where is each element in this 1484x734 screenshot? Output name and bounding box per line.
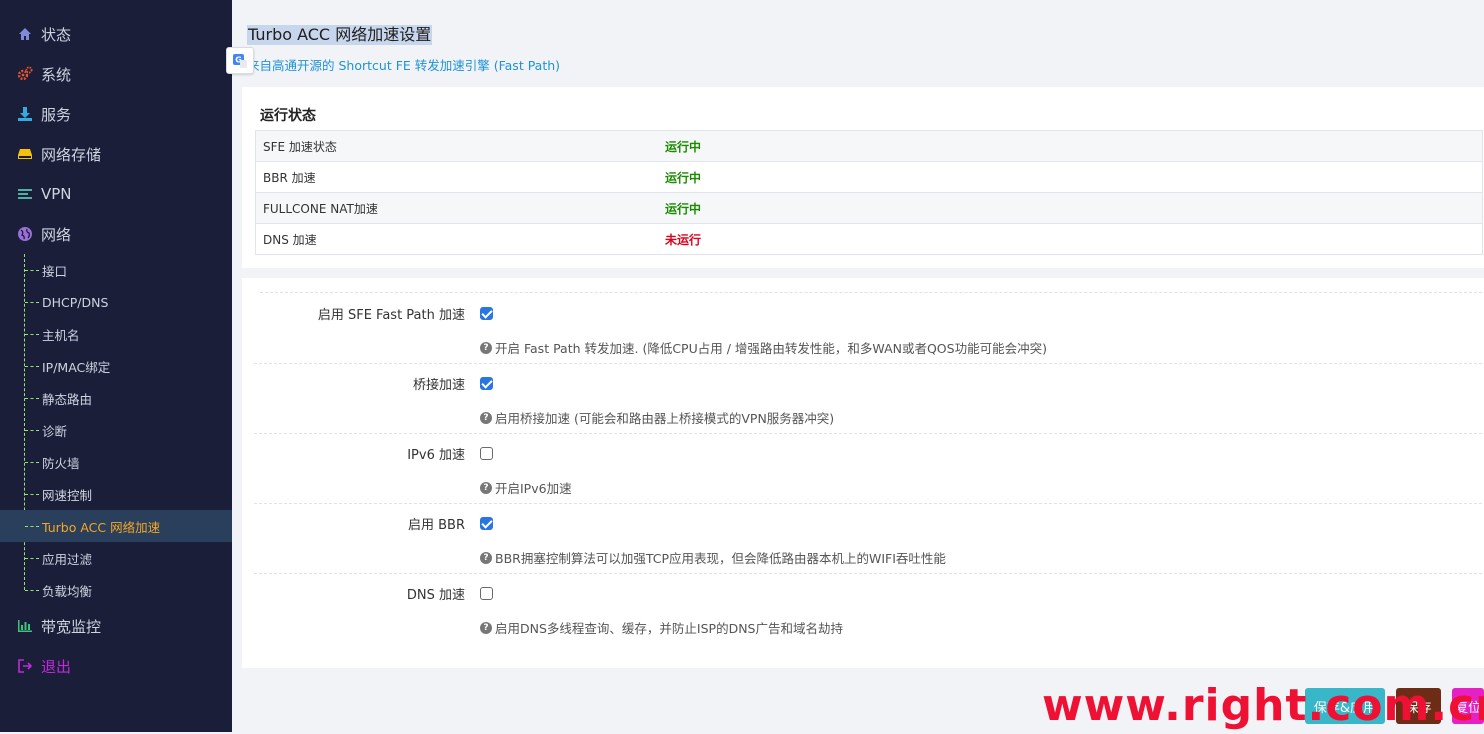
settings-section: 启用 SFE Fast Path 加速 ? 开启 Fast Path 转发加速. …	[242, 278, 1484, 668]
status-label: FULLCONE NAT加速	[263, 201, 378, 216]
sidebar-item-label: 系统	[41, 65, 72, 84]
sidebar-subitem-dhcp-dns[interactable]: DHCP/DNS	[0, 286, 232, 318]
sidebar-item-vpn[interactable]: VPN	[0, 174, 232, 214]
status-label: SFE 加速状态	[263, 139, 337, 154]
question-circle-icon: ?	[480, 341, 492, 354]
sidebar-item-label: 退出	[41, 657, 72, 676]
sidebar-subitem-label: 应用过滤	[42, 551, 93, 567]
download-icon	[17, 106, 33, 122]
sidebar-item-label: 带宽监控	[41, 617, 102, 636]
status-value: 运行中	[665, 139, 702, 154]
sidebar-subitem-ip-mac-binding[interactable]: IP/MAC绑定	[0, 350, 232, 382]
option-help: ? BBR拥塞控制算法可以加强TCP应用表现，但会降低路由器本机上的WIFI吞吐性…	[480, 548, 946, 567]
logout-icon	[17, 658, 33, 674]
sidebar-subitem-turbo-acc[interactable]: Turbo ACC 网络加速	[0, 510, 232, 542]
globe-icon	[17, 226, 33, 242]
gears-icon	[17, 66, 33, 82]
option-help-text: 启用桥接加速 (可能会和路由器上桥接模式的VPN服务器冲突)	[495, 411, 835, 426]
list-icon	[17, 186, 33, 202]
sidebar-item-status[interactable]: 状态	[0, 14, 232, 54]
status-table: SFE 加速状态 运行中 BBR 加速 运行中 FULLCONE NAT加速 运…	[255, 130, 1483, 255]
option-ipv6-acceleration: IPv6 加速 ? 开启IPv6加速	[254, 433, 1484, 504]
sidebar-subitem-hostnames[interactable]: 主机名	[0, 318, 232, 350]
option-help-text: BBR拥塞控制算法可以加强TCP应用表现，但会降低路由器本机上的WIFI吞吐性能	[495, 551, 946, 566]
sidebar-subitem-firewall[interactable]: 防火墙	[0, 446, 232, 478]
sidebar-item-network[interactable]: 网络	[0, 214, 232, 254]
bridge-acceleration-checkbox[interactable]	[480, 377, 493, 390]
sidebar-item-bandwidth-monitor[interactable]: 带宽监控	[0, 606, 232, 646]
sidebar-item-label: 网络存储	[41, 145, 102, 164]
translate-icon[interactable]: G	[226, 47, 254, 74]
status-value: 运行中	[665, 201, 702, 216]
option-help: ? 开启IPv6加速	[480, 478, 572, 497]
sidebar-item-nas[interactable]: 网络存储	[0, 134, 232, 174]
sidebar-subitem-label: 负载均衡	[42, 583, 93, 599]
sidebar-subitem-label: DHCP/DNS	[42, 294, 109, 310]
option-help: ? 开启 Fast Path 转发加速. (降低CPU占用 / 增强路由转发性能，…	[480, 338, 1047, 357]
dns-acceleration-checkbox[interactable]	[480, 587, 493, 600]
ipv6-acceleration-checkbox[interactable]	[480, 447, 493, 460]
status-row-bbr: BBR 加速 运行中	[255, 162, 1483, 193]
question-circle-icon: ?	[480, 621, 492, 634]
option-help-text: 开启IPv6加速	[495, 481, 572, 496]
sidebar-subitem-label: 主机名	[42, 327, 80, 343]
section-title: 运行状态	[260, 108, 316, 124]
sidebar-subitem-static-routes[interactable]: 静态路由	[0, 382, 232, 414]
sidebar-subitem-label: 防火墙	[42, 455, 80, 471]
option-label: 桥接加速	[412, 378, 465, 393]
option-help: ? 启用DNS多线程查询、缓存，并防止ISP的DNS广告和域名劫持	[480, 618, 843, 637]
bar-chart-icon	[17, 618, 33, 634]
option-bridge-acceleration: 桥接加速 ? 启用桥接加速 (可能会和路由器上桥接模式的VPN服务器冲突)	[254, 363, 1484, 434]
storage-icon	[17, 146, 33, 162]
sidebar-item-label: 状态	[41, 25, 72, 44]
option-help-text: 开启 Fast Path 转发加速. (降低CPU占用 / 增强路由转发性能，和…	[495, 341, 1047, 356]
sidebar-subitem-load-balance[interactable]: 负载均衡	[0, 574, 232, 606]
sidebar-item-label: 服务	[41, 105, 72, 124]
sfe-fast-path-checkbox[interactable]	[480, 307, 493, 320]
option-dns-acceleration: DNS 加速 ? 启用DNS多线程查询、缓存，并防止ISP的DNS广告和域名劫持	[254, 573, 1484, 643]
status-label: DNS 加速	[263, 232, 317, 247]
status-section: 运行状态 SFE 加速状态 运行中 BBR 加速 运行中 FULLCONE NA…	[242, 87, 1484, 268]
page-title: Turbo ACC 网络加速设置	[247, 25, 433, 45]
sidebar-subitem-label: Turbo ACC 网络加速	[42, 519, 161, 535]
option-help-text: 启用DNS多线程查询、缓存，并防止ISP的DNS广告和域名劫持	[495, 621, 843, 636]
sidebar-subitem-label: 接口	[42, 263, 68, 279]
sidebar-subitem-diagnostics[interactable]: 诊断	[0, 414, 232, 446]
sidebar-subitem-interfaces[interactable]: 接口	[0, 254, 232, 286]
sidebar-item-system[interactable]: 系统	[0, 54, 232, 94]
status-value: 运行中	[665, 170, 702, 185]
sidebar-subitem-app-filter[interactable]: 应用过滤	[0, 542, 232, 574]
status-row-sfe: SFE 加速状态 运行中	[255, 131, 1483, 162]
sidebar: 状态 系统 服务 网络存储 VPN 网络 接口 DHCP/DNS 主机名 IP/…	[0, 0, 232, 732]
option-sfe-fast-path: 启用 SFE Fast Path 加速 ? 开启 Fast Path 转发加速. …	[254, 293, 1484, 364]
sidebar-item-services[interactable]: 服务	[0, 94, 232, 134]
sidebar-subitem-label: 诊断	[42, 423, 68, 439]
option-help: ? 启用桥接加速 (可能会和路由器上桥接模式的VPN服务器冲突)	[480, 408, 834, 427]
sidebar-item-label: VPN	[41, 185, 72, 203]
question-circle-icon: ?	[480, 481, 492, 494]
option-label: DNS 加速	[406, 588, 465, 603]
question-circle-icon: ?	[480, 551, 492, 564]
option-label: 启用 BBR	[407, 518, 465, 533]
sidebar-subitem-label: 网速控制	[42, 487, 93, 503]
status-label: BBR 加速	[263, 170, 316, 185]
sidebar-subitem-label: 静态路由	[42, 391, 93, 407]
sidebar-item-label: 网络	[41, 225, 72, 244]
bbr-checkbox[interactable]	[480, 517, 493, 530]
status-row-fullcone-nat: FULLCONE NAT加速 运行中	[255, 193, 1483, 224]
option-label: IPv6 加速	[407, 448, 465, 463]
watermark: www.right.com.cn	[1042, 680, 1484, 731]
question-circle-icon: ?	[480, 411, 492, 424]
option-label: 启用 SFE Fast Path 加速	[317, 308, 465, 323]
sidebar-item-logout[interactable]: 退出	[0, 646, 232, 686]
sidebar-subitem-speed-control[interactable]: 网速控制	[0, 478, 232, 510]
sidebar-subitem-label: IP/MAC绑定	[42, 359, 111, 375]
home-icon	[17, 26, 33, 42]
status-value: 未运行	[665, 232, 702, 247]
option-bbr: 启用 BBR ? BBR拥塞控制算法可以加强TCP应用表现，但会降低路由器本机上的…	[254, 503, 1484, 574]
status-row-dns: DNS 加速 未运行	[255, 224, 1483, 255]
page-description: 来自高通开源的 Shortcut FE 转发加速引擎 (Fast Path)	[247, 58, 561, 73]
